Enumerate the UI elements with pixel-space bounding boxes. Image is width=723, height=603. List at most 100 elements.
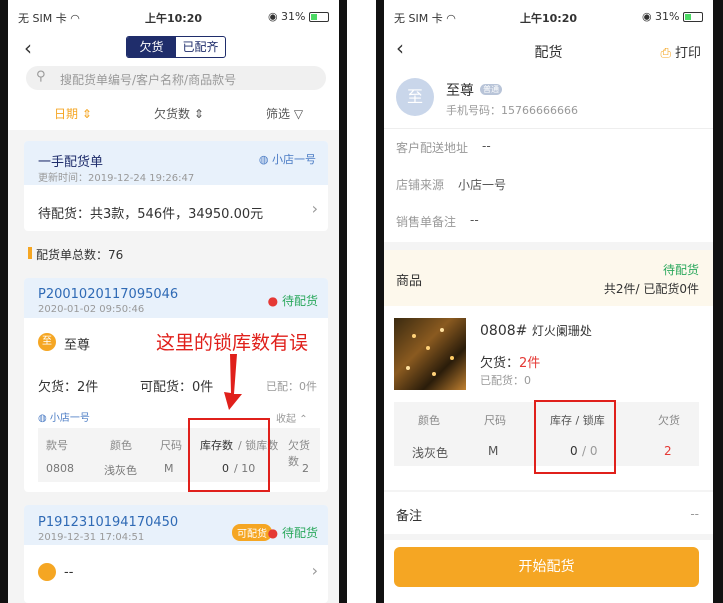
tab-owe[interactable]: 欠货	[127, 37, 176, 57]
summary-title: 一手配货单	[38, 155, 104, 170]
goods-header	[384, 250, 713, 306]
sku-table: 款号 颜色 尺码 库存数 / 锁库数 欠货数 0808 浅灰色 M 0 / 10…	[38, 428, 320, 482]
avatar: 至	[38, 333, 56, 351]
goods-summary: 共2件/ 已配货0件	[603, 282, 699, 296]
cell-code: 0808	[46, 462, 74, 475]
left-screen: 无 SIM 卡 ◠ 上午10:20 ◉ 31% ‹ 欠货 已配齐 ⚲ 搜配货单编…	[0, 0, 347, 603]
customer-name: 至尊	[446, 83, 474, 99]
address-value: --	[482, 139, 491, 153]
sort-owe-label: 欠货数	[154, 107, 191, 121]
order-store: 小店一号	[49, 413, 90, 424]
customer-phone: 手机号码：15766666666	[446, 104, 578, 117]
avatar: 至	[396, 78, 434, 116]
owe-count: 欠货：2件	[38, 380, 99, 395]
order-date: 2020-01-02 09:50:46	[38, 304, 145, 315]
product-code: 0808#	[480, 323, 528, 339]
lights-decoration	[406, 328, 454, 376]
owe-label: 欠货：	[480, 356, 520, 371]
order-id: P1912310194170450	[38, 515, 179, 530]
funnel-icon: ▽	[293, 107, 304, 121]
order-card[interactable]: P2001020117095046 ● 待配货 2020-01-02 09:50…	[24, 278, 328, 492]
sort-arrows-icon: ⇕	[193, 107, 204, 121]
status-bar: 无 SIM 卡 ◠ 上午10:20 ◉ 31%	[8, 0, 339, 34]
search-input[interactable]: ⚲ 搜配货单编号/客户名称/商品款号	[26, 66, 326, 90]
shipped-count: 已配货：0	[480, 374, 531, 387]
col-header-size: 尺码	[160, 439, 182, 452]
highlight-box	[534, 400, 616, 474]
search-placeholder: 搜配货单编号/客户名称/商品款号	[60, 73, 237, 87]
summary-card[interactable]: 一手配货单 ◍ 小店一号 更新时间：2019-12-24 19:26:47 待配…	[24, 141, 328, 231]
product-name: 灯火阑珊处	[531, 324, 592, 338]
filter-button[interactable]: 筛选 ▽	[266, 105, 303, 122]
col-header-size: 尺码	[484, 414, 506, 427]
lock-rotation-icon: ◉	[267, 10, 278, 23]
sales-remark-label: 销售单备注	[396, 215, 457, 229]
remark-row[interactable]	[384, 492, 713, 534]
sort-arrows-icon: ⇕	[81, 107, 92, 121]
col-header-color: 颜色	[418, 414, 440, 427]
store-source-value: 小店一号	[458, 178, 507, 192]
order-status: 待配货	[281, 526, 318, 540]
print-button[interactable]: ⎙ 打印	[660, 42, 701, 61]
collapse-label: 收起	[276, 414, 296, 425]
filter-label: 筛选	[266, 107, 291, 121]
battery-icon	[309, 12, 329, 22]
product-image	[394, 318, 466, 390]
tab-complete[interactable]: 已配齐	[176, 37, 225, 57]
order-id: P2001020117095046	[38, 287, 179, 302]
summary-store: 小店一号	[272, 153, 316, 166]
print-label: 打印	[674, 46, 701, 61]
annotation-text: 这里的锁库数有误	[156, 332, 309, 354]
annotation-arrow-icon	[224, 354, 242, 410]
sort-owe-button[interactable]: 欠货数 ⇕	[154, 105, 204, 122]
available-badge: 可配货	[232, 524, 272, 541]
remark-value: --	[690, 507, 699, 521]
status-dot-icon: ●	[267, 294, 279, 308]
search-icon: ⚲	[36, 69, 46, 84]
start-allocation-button[interactable]: 开始配货	[394, 547, 699, 587]
address-label: 客户配送地址	[396, 141, 469, 155]
battery-percent: 31%	[655, 10, 680, 23]
goods-status: 待配货	[662, 263, 699, 277]
printer-icon: ⎙	[660, 46, 671, 61]
collapse-button[interactable]: 收起 ⌃	[276, 410, 308, 425]
col-header-code: 款号	[46, 439, 68, 452]
sales-remark-value: --	[470, 213, 479, 227]
avatar	[38, 563, 56, 581]
cell-color: 浅灰色	[412, 446, 449, 460]
sort-date-label: 日期	[54, 107, 79, 121]
chevron-up-icon: ⌃	[299, 414, 308, 425]
right-screen: 无 SIM 卡 ◠ 上午10:20 ◉ 31% ‹ 配货 ⎙ 打印 至 至尊 普…	[376, 0, 723, 603]
remark-label: 备注	[396, 509, 423, 524]
order-card[interactable]: P1912310194170450 可配货 ● 待配货 2019-12-31 1…	[24, 505, 328, 603]
cell-size: M	[164, 462, 174, 475]
summary-pending: 待配货：共3款，546件，34950.00元	[38, 207, 264, 222]
customer-name: 至尊	[64, 338, 91, 353]
store-source-label: 店铺来源	[396, 178, 445, 192]
summary-updated: 更新时间：2019-12-24 19:26:47	[38, 173, 195, 184]
cell-size: M	[488, 444, 499, 458]
chevron-right-icon: ›	[311, 561, 318, 580]
shipped-count: 已配：0件	[266, 380, 317, 393]
col-header-owe: 欠货	[658, 414, 680, 427]
highlight-box	[188, 418, 270, 492]
goods-label: 商品	[396, 274, 423, 289]
available-count: 可配货：0件	[140, 380, 214, 395]
status-dot-icon: ●	[267, 526, 279, 540]
customer-name: --	[64, 565, 74, 580]
customer-tag: 普通	[480, 84, 502, 95]
sort-date-button[interactable]: 日期 ⇕	[54, 105, 92, 122]
divider	[384, 128, 713, 129]
owe-value: 2件	[519, 356, 541, 371]
store-icon: ◍	[258, 153, 269, 166]
tab-switch: 欠货 已配齐	[126, 36, 226, 58]
cell-owe: 2	[664, 444, 672, 458]
chevron-right-icon: ›	[311, 199, 318, 218]
store-icon: ◍	[38, 413, 47, 424]
battery-percent: 31%	[281, 10, 306, 23]
order-date: 2019-12-31 17:04:51	[38, 532, 145, 543]
battery-icon	[683, 12, 703, 22]
status-bar: 无 SIM 卡 ◠ 上午10:20 ◉ 31%	[384, 0, 713, 34]
cell-color: 浅灰色	[104, 464, 137, 477]
back-icon[interactable]: ‹	[24, 36, 32, 60]
